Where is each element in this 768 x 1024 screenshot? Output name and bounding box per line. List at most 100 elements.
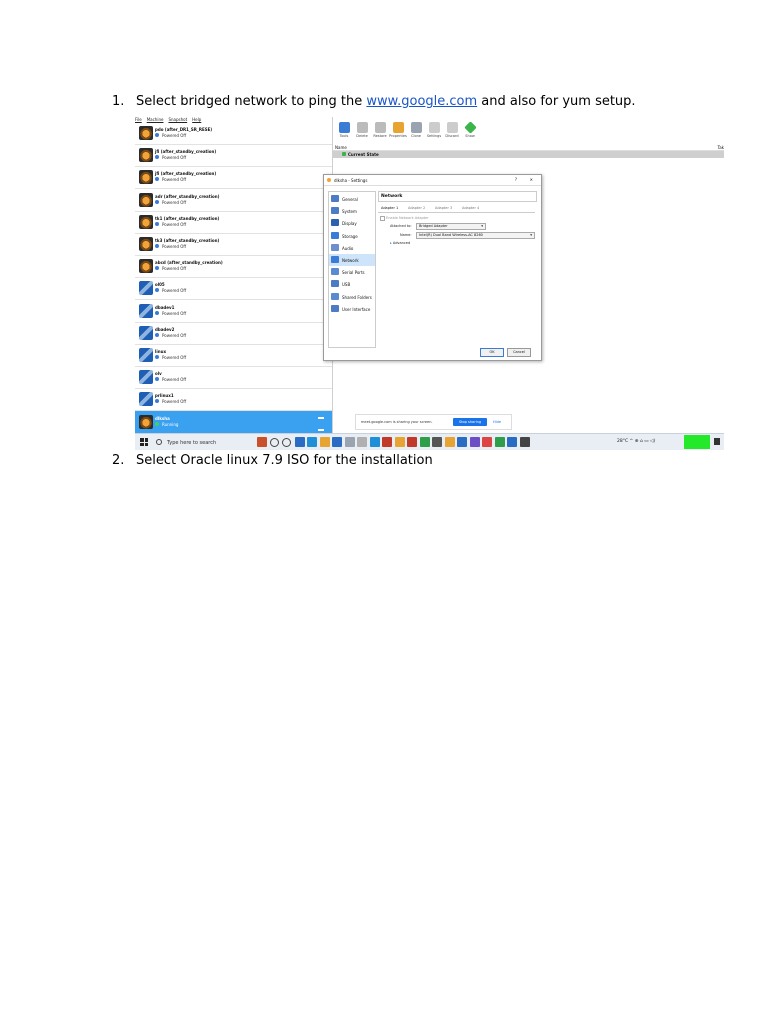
google-link[interactable]: www.google.com	[366, 94, 477, 109]
vm-row[interactable]: abcd (after_standby_creation) Powered Off	[135, 255, 332, 279]
vm-row[interactable]: jfi (after_standby_creation) Powered Off	[135, 166, 332, 190]
vm-status: Powered Off	[162, 377, 187, 383]
close-button[interactable]: ✕	[530, 177, 533, 182]
vm-row[interactable]: linux Powered Off	[135, 344, 332, 367]
hide-button[interactable]: Hide	[493, 420, 501, 424]
taskbar-app-icon[interactable]	[482, 437, 492, 447]
adapter-name-select[interactable]: Intel(R) Dual Band Wireless-AC 8260 ▾	[416, 232, 535, 239]
settings-nav-item[interactable]: User Interface	[329, 303, 375, 315]
taskbar-app-icon[interactable]	[419, 437, 430, 447]
settings-nav-item[interactable]: Serial Ports	[329, 266, 375, 278]
adapter-tab[interactable]: Adapter 2	[408, 206, 425, 210]
advanced-toggle[interactable]: ▸ Advanced	[390, 241, 410, 245]
taskbar-app-icon[interactable]	[494, 437, 505, 447]
adapter-tab[interactable]: Adapter 1	[381, 206, 398, 210]
vm-status: Running	[162, 421, 179, 427]
cancel-button[interactable]: Cancel	[507, 348, 531, 357]
vm-row[interactable]: pdo (after_DR1_SR_RESE) Powered Off	[135, 122, 332, 145]
settings-nav-item[interactable]: Audio	[329, 242, 375, 254]
vm-status: Powered Off	[162, 177, 187, 183]
ok-button[interactable]: OK	[480, 348, 504, 357]
taskbar-app-icon[interactable]	[457, 437, 467, 447]
status-icon	[155, 310, 159, 315]
vm-row[interactable]: dlksha Running	[135, 410, 332, 434]
taskbar-app-icon[interactable]	[344, 437, 355, 447]
toolbar-button[interactable]: Clone	[407, 122, 425, 138]
toolbar-label: Properties	[389, 134, 407, 138]
taskbar-app-icon[interactable]	[294, 437, 305, 447]
enable-adapter-checkbox[interactable]	[380, 216, 385, 221]
settings-nav-label: Storage	[342, 233, 358, 239]
name-column-header: Name Tak	[333, 144, 724, 151]
status-icon	[155, 288, 159, 293]
stop-sharing-button[interactable]: Stop sharing	[453, 418, 487, 426]
vm-row[interactable]: tk1 (after_standby_creation) Powered Off	[135, 211, 332, 234]
current-state-row[interactable]: Current State	[333, 151, 724, 158]
toolbar-icon	[374, 122, 386, 133]
vm-status: Powered Off	[162, 221, 187, 227]
toolbar-button[interactable]: Discard	[443, 122, 461, 138]
taskbar-app-icon[interactable]	[282, 438, 291, 447]
toolbar-button[interactable]: Tools	[335, 122, 353, 138]
settings-nav-item[interactable]: Display	[329, 217, 375, 229]
taskbar-app-icon[interactable]	[369, 437, 380, 447]
toolbar-button[interactable]: Properties	[389, 122, 407, 138]
settings-nav-item[interactable]: General	[329, 193, 375, 205]
attached-to-select[interactable]: Bridged Adapter ▾	[416, 223, 486, 230]
settings-nav-item[interactable]: USB	[329, 278, 375, 290]
taskbar-app-icon[interactable]	[357, 437, 367, 447]
settings-nav-item[interactable]: Storage	[329, 230, 375, 242]
windows-taskbar: Type here to search 28°C ^ ⊕ ⌂ ▭ ◁)	[135, 433, 724, 450]
vm-status: Powered Off	[162, 332, 187, 338]
toolbar-icon	[338, 122, 350, 133]
help-button[interactable]: ?	[515, 177, 517, 182]
settings-nav-icon	[331, 268, 339, 276]
vm-row[interactable]: dbadev1 Powered Off	[135, 300, 332, 323]
vm-row[interactable]: prlinux1 Powered Off	[135, 388, 332, 412]
vm-name: jfi (after_standby_creation)	[155, 149, 217, 155]
settings-nav-label: System	[342, 209, 357, 215]
taskbar-app-icon[interactable]	[269, 438, 279, 447]
status-icon	[155, 421, 159, 426]
settings-nav-icon	[331, 256, 339, 263]
toolbar-button[interactable]: Delete	[353, 122, 371, 138]
taskbar-app-icon[interactable]	[307, 437, 317, 447]
vm-row[interactable]: ol05 Powered Off	[135, 277, 332, 301]
taskbar-search[interactable]: Type here to search	[154, 436, 254, 449]
vm-menu-icon[interactable]	[318, 416, 324, 431]
vm-row[interactable]: jfi (after_standby_creation) Powered Off	[135, 144, 332, 168]
settings-nav-item[interactable]: System	[329, 205, 375, 217]
settings-nav-item[interactable]: Shared Folders	[329, 291, 375, 303]
vm-name: dbadev2	[155, 326, 175, 332]
toolbar-button[interactable]: Show	[461, 121, 479, 138]
taskbar-app-icon[interactable]	[319, 437, 330, 447]
taskbar-app-icon[interactable]	[382, 437, 392, 447]
vm-list: File Machine Snapshot Help pdo (after_DR1_S…	[135, 117, 333, 434]
vm-row[interactable]: dbadev2 Powered Off	[135, 322, 332, 345]
taskbar-app-icon[interactable]	[469, 437, 480, 447]
taskbar-app-icon[interactable]	[332, 437, 342, 447]
adapter-tab[interactable]: Adapter 4	[462, 206, 479, 210]
toolbar-button[interactable]: Settings	[425, 122, 443, 138]
settings-nav-item[interactable]: Network	[329, 254, 375, 266]
taskbar-app-icon[interactable]	[519, 437, 530, 447]
vm-row[interactable]: olv Powered Off	[135, 366, 332, 390]
vm-status: Powered Off	[162, 155, 187, 161]
vm-row[interactable]: tk3 (after_standby_creation) Powered Off	[135, 233, 332, 256]
toolbar-button[interactable]: Restore	[371, 122, 389, 138]
adapter-tab[interactable]: Adapter 3	[435, 206, 452, 210]
settings-dialog: dlksha - Settings ? ✕ General System Displ…	[323, 174, 542, 361]
taskbar-app-icon[interactable]	[432, 437, 442, 447]
windows-start-icon[interactable]	[140, 438, 148, 446]
oracle-linux-icon	[139, 126, 153, 140]
oracle-linux-icon	[139, 414, 153, 429]
taskbar-app-icon[interactable]	[257, 437, 267, 447]
taskbar-app-icon[interactable]	[394, 437, 405, 447]
vm-row[interactable]: adr (after_standby_creation) Powered Off	[135, 189, 332, 212]
taskbar-app-icon[interactable]	[407, 437, 417, 447]
taskbar-app-icon[interactable]	[507, 437, 517, 447]
side-header-label: Tak	[717, 145, 724, 150]
notification-icon[interactable]	[714, 438, 720, 445]
taskbar-app-icon[interactable]	[444, 437, 455, 447]
settings-nav-icon	[331, 219, 339, 227]
